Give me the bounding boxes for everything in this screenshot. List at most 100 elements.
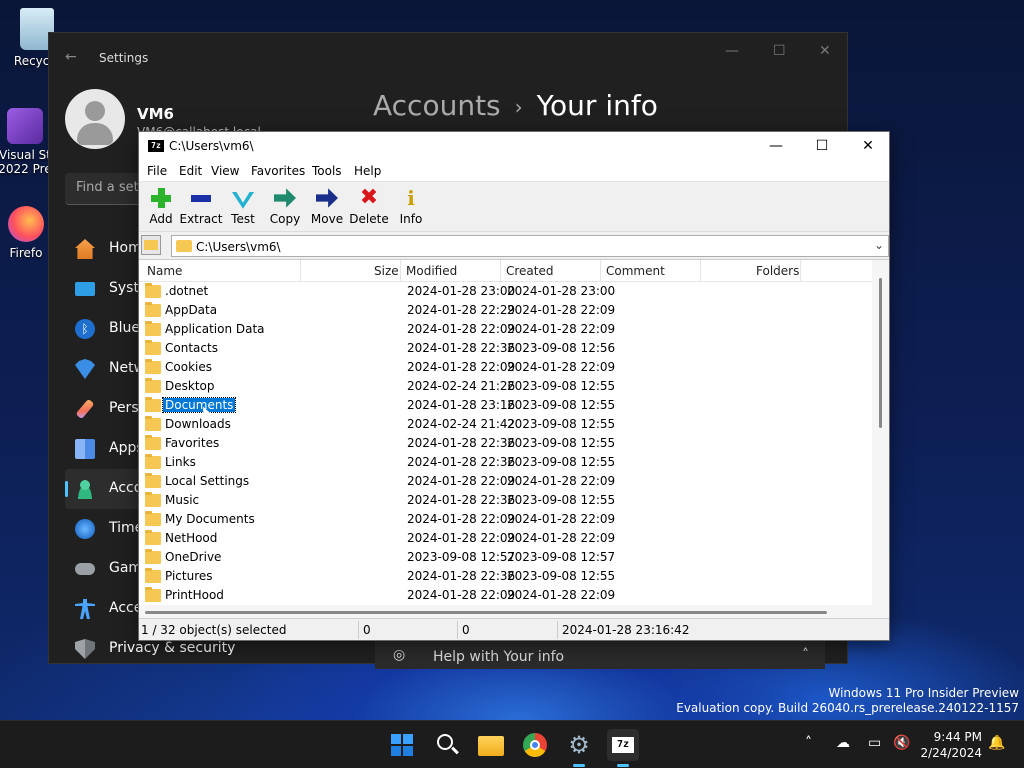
7zip-taskbar-button[interactable]: 7z xyxy=(607,729,639,767)
table-row[interactable]: OneDrive 2023-09-08 12:57 2023-09-08 12:57 xyxy=(139,548,889,567)
maximize-icon[interactable]: ☐ xyxy=(773,43,786,59)
chevron-down-icon[interactable]: ⌄ xyxy=(874,238,884,252)
breadcrumb-parent[interactable]: Accounts xyxy=(373,89,501,122)
chrome-icon-center xyxy=(530,740,540,750)
notification-bell-icon[interactable]: 🔔 xyxy=(988,735,1005,751)
column-size[interactable]: Size xyxy=(374,264,399,278)
table-row[interactable]: Music 2024-01-28 22:36 2023-09-08 12:55 xyxy=(139,491,889,510)
maximize-button[interactable]: ☐ xyxy=(799,132,845,160)
column-created[interactable]: Created xyxy=(506,264,554,278)
horizontal-scrollbar[interactable] xyxy=(139,605,872,619)
chevron-up-icon[interactable]: ˄ xyxy=(805,735,812,751)
network-icon[interactable]: ▭ xyxy=(868,735,881,751)
folder-up-button[interactable] xyxy=(141,235,161,255)
table-row[interactable]: Local Settings 2024-01-28 22:09 2024-01-28… xyxy=(139,472,889,491)
search-icon-handle xyxy=(451,746,459,755)
copy-button[interactable]: Copy xyxy=(263,184,307,226)
cell-created: 2024-01-28 22:09 xyxy=(507,474,616,488)
table-row[interactable]: Downloads 2024-02-24 21:42 2023-09-08 12:5… xyxy=(139,415,889,434)
column-name[interactable]: Name xyxy=(147,264,182,278)
chrome-button[interactable] xyxy=(519,729,551,761)
cell-modified: 2024-01-28 22:09 xyxy=(407,322,516,336)
table-row[interactable]: PrintHood 2024-01-28 22:09 2024-01-28 22:0… xyxy=(139,586,889,605)
menu-edit[interactable]: Edit xyxy=(179,164,202,178)
status-modified: 2024-01-28 23:16:42 xyxy=(562,623,690,637)
scroll-thumb[interactable] xyxy=(879,278,882,428)
cell-modified: 2023-09-08 12:57 xyxy=(407,550,516,564)
table-row[interactable]: Application Data 2024-01-28 22:09 2024-01-… xyxy=(139,320,889,339)
folder-icon xyxy=(145,454,161,469)
table-row[interactable]: Cookies 2024-01-28 22:09 2024-01-28 22:09 xyxy=(139,358,889,377)
scroll-thumb[interactable] xyxy=(145,611,827,614)
cell-name: Application Data xyxy=(165,322,265,336)
firefox-icon xyxy=(8,206,44,242)
file-list[interactable]: Name Size Modified Created Comment Folde… xyxy=(139,259,889,619)
table-row[interactable]: .dotnet 2024-01-28 23:00 2024-01-28 23:00 xyxy=(139,282,889,301)
onedrive-cloud-icon[interactable]: ☁ xyxy=(836,735,850,751)
table-row[interactable]: Favorites 2024-01-28 22:36 2023-09-08 12:5… xyxy=(139,434,889,453)
table-row[interactable]: My Documents 2024-01-28 22:09 2024-01-28 2… xyxy=(139,510,889,529)
column-folders[interactable]: Folders xyxy=(756,264,799,278)
column-divider[interactable] xyxy=(500,260,501,282)
cell-name: NetHood xyxy=(165,531,218,545)
toolbar: Add Extract Test Copy Move ✖ Delete i In… xyxy=(139,182,889,232)
table-row[interactable]: NetHood 2024-01-28 22:09 2024-01-28 22:09 xyxy=(139,529,889,548)
close-icon[interactable]: ✕ xyxy=(819,43,831,59)
taskbar: ⚙ 7z ˄ ☁ ▭ 🔇 9:44 PM 2/24/2024 🔔 xyxy=(0,720,1024,768)
cell-name: Cookies xyxy=(165,360,212,374)
table-row[interactable]: Contacts 2024-01-28 22:36 2023-09-08 12:56 xyxy=(139,339,889,358)
test-button[interactable]: Test xyxy=(221,184,265,226)
start-button[interactable] xyxy=(386,729,418,761)
column-modified[interactable]: Modified xyxy=(406,264,457,278)
back-arrow-icon[interactable]: ← xyxy=(65,49,77,65)
desktop-icon-firefox[interactable]: Firefo xyxy=(0,206,52,260)
column-divider[interactable] xyxy=(300,260,301,282)
table-row[interactable]: Links 2024-01-28 22:36 2023-09-08 12:55 xyxy=(139,453,889,472)
settings-button[interactable]: ⚙ xyxy=(563,729,595,767)
plus-icon xyxy=(151,186,171,210)
column-divider[interactable] xyxy=(700,260,701,282)
cell-modified: 2024-02-24 21:26 xyxy=(407,379,516,393)
column-divider[interactable] xyxy=(600,260,601,282)
search-button[interactable] xyxy=(431,729,463,761)
breadcrumb-separator: › xyxy=(514,95,523,119)
info-button[interactable]: i Info xyxy=(389,184,433,226)
add-button[interactable]: Add xyxy=(139,184,183,226)
volume-muted-icon[interactable]: 🔇 xyxy=(893,735,910,751)
extract-button[interactable]: Extract xyxy=(179,184,223,226)
cell-name: OneDrive xyxy=(165,550,222,564)
folder-icon xyxy=(145,302,161,317)
cell-modified: 2024-01-28 22:36 xyxy=(407,455,516,469)
minimize-button[interactable]: — xyxy=(753,132,799,160)
delete-button[interactable]: ✖ Delete xyxy=(347,184,391,227)
table-row[interactable]: AppData 2024-01-28 22:29 2024-01-28 22:09 xyxy=(139,301,889,320)
cell-created: 2023-09-08 12:55 xyxy=(507,398,616,412)
clock[interactable]: 9:44 PM 2/24/2024 xyxy=(920,729,982,761)
table-row[interactable]: Pictures 2024-01-28 22:36 2023-09-08 12:55 xyxy=(139,567,889,586)
minimize-icon[interactable]: — xyxy=(725,43,739,59)
menu-view[interactable]: View xyxy=(211,164,239,178)
user-name: VM6 xyxy=(137,105,174,123)
menu-help[interactable]: Help xyxy=(354,164,381,178)
cell-name: Favorites xyxy=(165,436,220,450)
menu-favorites[interactable]: Favorites xyxy=(251,164,305,178)
person-icon xyxy=(75,479,95,499)
desktop-icon-visual-studio[interactable]: Visual St 2022 Pre xyxy=(0,108,54,176)
menu-tools[interactable]: Tools xyxy=(312,164,342,178)
windows-watermark: Windows 11 Pro Insider Preview Evaluatio… xyxy=(676,686,1019,716)
check-down-icon xyxy=(232,192,254,209)
address-input[interactable]: C:\Users\vm6\ ⌄ xyxy=(171,235,889,257)
cell-name: .dotnet xyxy=(165,284,209,298)
file-explorer-button[interactable] xyxy=(475,729,507,761)
menu-file[interactable]: File xyxy=(147,164,167,178)
column-comment[interactable]: Comment xyxy=(606,264,665,278)
close-button[interactable]: ✕ xyxy=(845,132,891,160)
column-divider[interactable] xyxy=(400,260,401,282)
column-divider[interactable] xyxy=(800,260,801,282)
table-row[interactable]: Documents 2024-01-28 23:16 2023-09-08 12:5… xyxy=(139,396,889,415)
chevron-up-icon[interactable]: ˄ xyxy=(802,647,809,663)
vertical-scrollbar[interactable] xyxy=(872,260,889,619)
move-button[interactable]: Move xyxy=(305,184,349,226)
table-row[interactable]: Desktop 2024-02-24 21:26 2023-09-08 12:55 xyxy=(139,377,889,396)
help-with-your-info[interactable]: ◎ Help with Your info ˄ xyxy=(375,641,825,669)
